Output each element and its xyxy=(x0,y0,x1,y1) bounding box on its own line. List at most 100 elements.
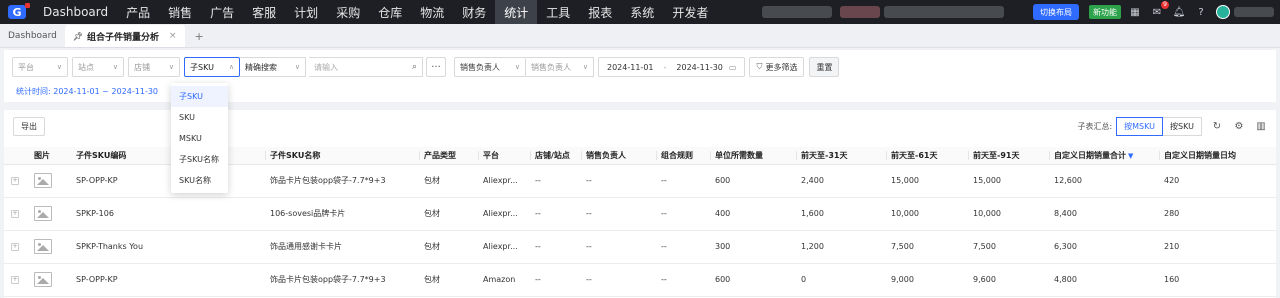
expand-icon[interactable]: + xyxy=(11,242,19,251)
chevron-down-icon: ∨ xyxy=(514,63,520,71)
header-sku-name: 子件SKU名称 xyxy=(266,147,420,165)
sort-desc-icon[interactable]: ▼ xyxy=(1128,152,1133,160)
nav-ads[interactable]: 广告 xyxy=(201,0,243,24)
header-sku-name-label: 子件SKU名称 xyxy=(270,150,321,160)
header-expand xyxy=(4,147,30,165)
cell-custom-total: 6,300 xyxy=(1050,230,1160,264)
table-row: + SPKP-Thanks You 饰品通用感谢卡卡片 包材 Aliexpr..… xyxy=(4,230,1276,264)
nav-tools[interactable]: 工具 xyxy=(537,0,579,24)
blurred-region xyxy=(884,6,1004,18)
row-expand[interactable]: + xyxy=(4,263,30,297)
dropdown-option-sku-name[interactable]: SKU名称 xyxy=(171,170,228,191)
more-filters-button[interactable]: ⛉ 更多筛选 xyxy=(749,57,805,77)
cell-sku-name: 106-sovesi品牌卡片 xyxy=(266,197,420,231)
cell-31-days: 2,400 xyxy=(797,164,887,198)
tab-dashboard[interactable]: Dashboard xyxy=(0,25,65,47)
row-image xyxy=(30,164,72,198)
nav-logistics[interactable]: 物流 xyxy=(411,0,453,24)
message-icon[interactable]: ✉ 9 xyxy=(1150,1,1169,19)
reset-button[interactable]: 重置 xyxy=(809,57,840,77)
header-shop-site: 店铺/站点 xyxy=(531,147,582,165)
header-product-type-label: 产品类型 xyxy=(424,150,456,160)
export-button[interactable]: 导出 xyxy=(13,117,45,136)
nav-plan[interactable]: 计划 xyxy=(285,0,327,24)
salesperson-select[interactable]: 销售负责人 ∨ xyxy=(526,57,594,77)
row-expand[interactable]: + xyxy=(4,197,30,231)
cell-61-days: 7,500 xyxy=(887,230,969,264)
date-end[interactable]: 2024-11-30 xyxy=(676,63,723,72)
columns-icon[interactable]: ▥ xyxy=(1254,120,1268,134)
help-icon[interactable]: ? xyxy=(1194,5,1208,19)
nav-purchase[interactable]: 采购 xyxy=(327,0,369,24)
expand-icon[interactable]: + xyxy=(11,176,19,185)
date-separator: - xyxy=(663,62,667,72)
cell-31-days: 1,200 xyxy=(797,230,887,264)
nav-product[interactable]: 产品 xyxy=(117,0,159,24)
new-feature-button[interactable]: 新功能 xyxy=(1089,5,1121,19)
date-start[interactable]: 2024-11-01 xyxy=(607,63,654,72)
match-mode-select[interactable]: 精确搜索 ∨ xyxy=(240,57,306,77)
header-platform-label: 平台 xyxy=(483,150,499,160)
expand-icon[interactable]: + xyxy=(11,209,19,218)
search-input[interactable]: 请输入 ⌕ xyxy=(309,57,423,77)
close-icon[interactable]: × xyxy=(169,31,177,41)
row-expand[interactable]: + xyxy=(4,230,30,264)
gear-icon[interactable]: ⚙ xyxy=(1232,120,1246,134)
nav-warehouse[interactable]: 仓库 xyxy=(369,0,411,24)
date-range-picker[interactable]: 2024-11-01 - 2024-11-30 ▭ xyxy=(598,57,746,77)
dropdown-option-sku[interactable]: SKU xyxy=(171,107,228,128)
salesperson-field-select[interactable]: 销售负责人 ∨ xyxy=(454,57,526,77)
cell-custom-total: 8,400 xyxy=(1050,197,1160,231)
bell-icon[interactable]: 🔔︎ xyxy=(1172,5,1186,19)
shop-select[interactable]: 店铺 ∨ xyxy=(128,57,180,77)
cell-product-type: 包材 xyxy=(420,197,479,231)
chevron-down-icon: ∨ xyxy=(294,63,300,71)
nav-statistics[interactable]: 统计 xyxy=(495,0,538,24)
topbar-actions: 切换布局 新功能 ▦ ✉ 9 🔔︎ ? xyxy=(1033,0,1280,24)
avatar[interactable] xyxy=(1216,5,1230,19)
site-select-label: 站点 xyxy=(78,62,94,72)
cell-shop-site: -- xyxy=(531,263,582,297)
nav-dashboard[interactable]: Dashboard xyxy=(34,0,117,24)
switch-layout-button[interactable]: 切换布局 xyxy=(1033,4,1079,20)
sku-type-select[interactable]: 子SKU ∧ xyxy=(184,57,240,77)
cell-shop-site: -- xyxy=(531,164,582,198)
refresh-icon[interactable]: ↻ xyxy=(1210,120,1224,134)
expand-icon[interactable]: + xyxy=(11,275,19,284)
row-image xyxy=(30,197,72,231)
cell-sku-code: SP-OPP-KP xyxy=(72,164,266,198)
nav-system[interactable]: 系统 xyxy=(621,0,663,24)
nav-reports[interactable]: 报表 xyxy=(579,0,621,24)
add-tab-button[interactable]: + xyxy=(185,25,214,47)
more-options-button[interactable]: ··· xyxy=(426,57,446,77)
blurred-region xyxy=(840,6,880,18)
nav-developer[interactable]: 开发者 xyxy=(663,0,717,24)
cell-91-days: 7,500 xyxy=(969,230,1050,264)
header-custom-total[interactable]: 自定义日期销量合计 ▼ xyxy=(1050,147,1160,165)
search-icon[interactable]: ⌕ xyxy=(412,62,417,72)
nav-sales[interactable]: 销售 xyxy=(159,0,201,24)
by-msku-button[interactable]: 按MSKU xyxy=(1116,117,1164,136)
row-expand[interactable]: + xyxy=(4,164,30,198)
chevron-down-icon: ∨ xyxy=(168,63,174,71)
cell-sku-name: 饰品卡片包装opp袋子-7.7*9+3 xyxy=(266,263,420,297)
grid-icon[interactable]: ▦ xyxy=(1128,5,1142,19)
dropdown-option-child-sku-name[interactable]: 子SKU名称 xyxy=(171,149,228,170)
cell-custom-total: 4,800 xyxy=(1050,263,1160,297)
dropdown-option-child-sku[interactable]: 子SKU xyxy=(171,86,228,107)
row-image xyxy=(30,263,72,297)
cell-combo-rule: -- xyxy=(657,263,711,297)
stat-time-text: 统计时间: 2024-11-01 ~ 2024-11-30 xyxy=(16,87,159,96)
header-61-days-label: 前天至-61天 xyxy=(891,150,938,160)
by-sku-button[interactable]: 按SKU xyxy=(1163,117,1202,136)
nav-finance[interactable]: 财务 xyxy=(453,0,495,24)
pin-icon[interactable]: 📌︎ xyxy=(73,32,83,41)
tab-combo-sku-sales[interactable]: 📌︎ 组合子件销量分析 × xyxy=(64,25,185,47)
app-logo[interactable]: G xyxy=(0,0,34,24)
cell-unit-qty: 600 xyxy=(711,263,797,297)
site-select[interactable]: 站点 ∨ xyxy=(72,57,124,77)
platform-select[interactable]: 平台 ∨ xyxy=(12,57,68,77)
nav-customer-service[interactable]: 客服 xyxy=(243,0,285,24)
dropdown-option-msku[interactable]: MSKU xyxy=(171,128,228,149)
chevron-down-icon: ∨ xyxy=(582,63,588,71)
